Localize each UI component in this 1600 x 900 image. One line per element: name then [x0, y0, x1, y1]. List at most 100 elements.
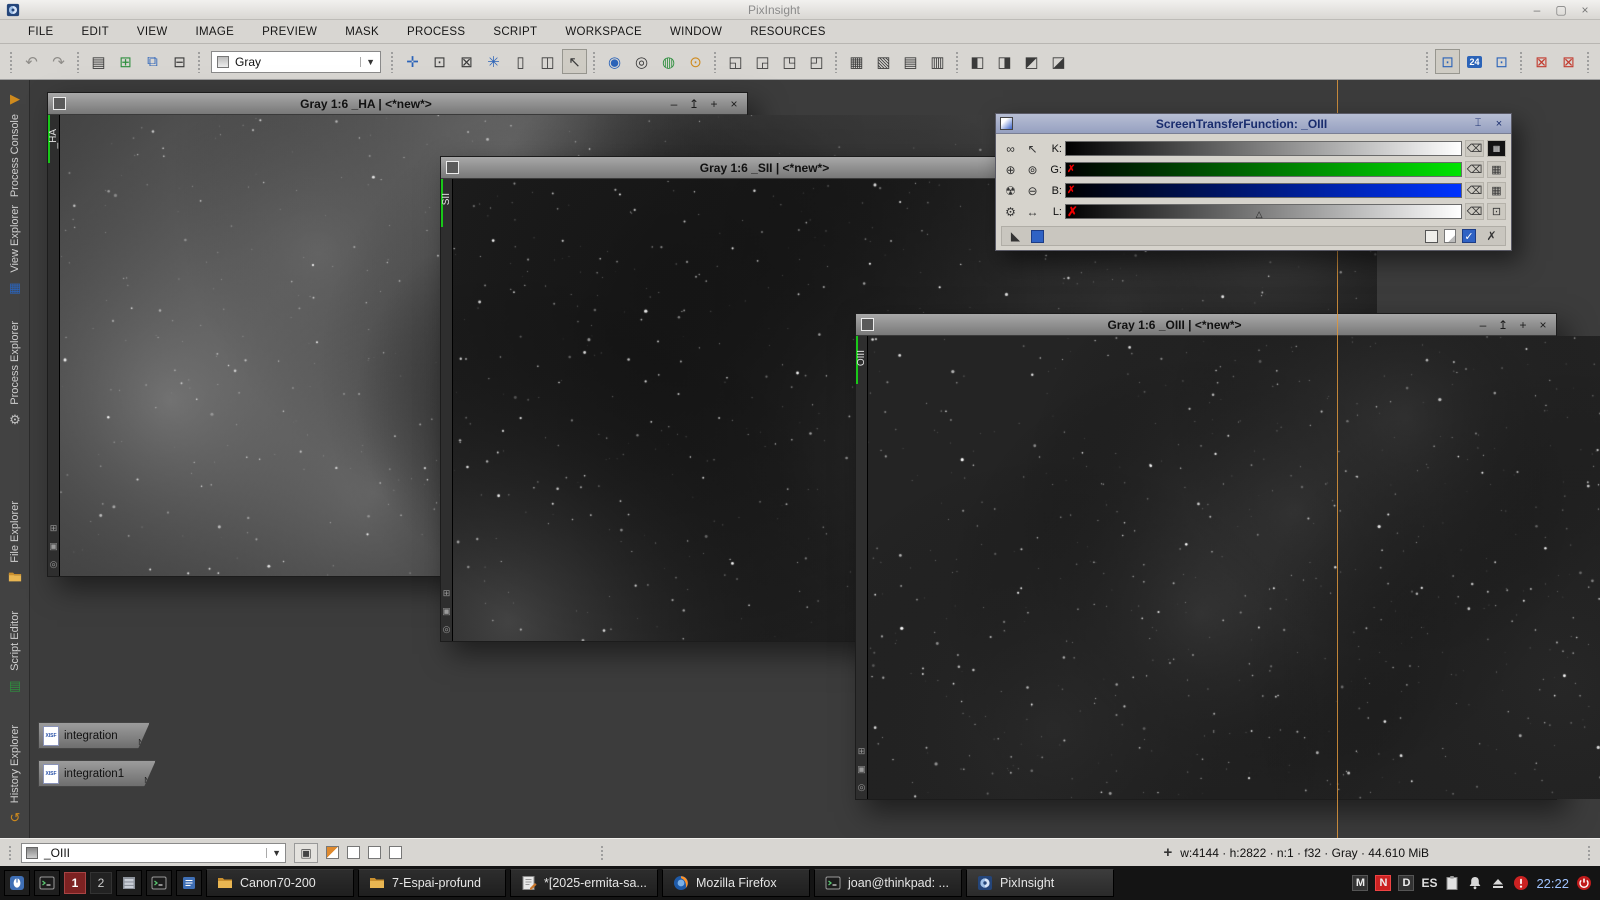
- flag-swatch-2[interactable]: [368, 846, 381, 859]
- toolbar-grip[interactable]: [197, 51, 202, 73]
- close-icon[interactable]: ×: [1491, 118, 1507, 130]
- active-view-dropdown[interactable]: _OIII ▼: [21, 843, 286, 863]
- readout-icon[interactable]: ▤: [86, 49, 111, 74]
- statusbar-grip[interactable]: [8, 845, 13, 861]
- toolbar-grip[interactable]: [955, 51, 960, 73]
- readout-mode-icon[interactable]: ◎: [857, 782, 866, 793]
- taskbar-app-espai-profund[interactable]: 7-Espai-profund: [358, 869, 506, 897]
- send-to-monitor-icon[interactable]: ⊡: [1489, 49, 1514, 74]
- power-icon[interactable]: [1576, 875, 1592, 891]
- preview-mode-icon[interactable]: ◍: [656, 49, 681, 74]
- sidebar-item-script-editor[interactable]: Script Editor ▤: [0, 608, 30, 697]
- zoom-out-icon[interactable]: ⊖: [1023, 182, 1042, 200]
- shadow-marker-icon[interactable]: ✗: [1067, 205, 1078, 219]
- duplicate-image-icon[interactable]: ⧉: [140, 49, 165, 74]
- indicator-n[interactable]: N: [1375, 875, 1391, 891]
- window-menu-icon[interactable]: [53, 97, 66, 110]
- notifications-bell-icon[interactable]: [1467, 875, 1483, 891]
- zoom-mode-icon[interactable]: ▣: [442, 606, 451, 617]
- clipboard-icon[interactable]: [1444, 875, 1460, 891]
- sidebar-item-process-explorer[interactable]: Process Explorer ⚙: [0, 318, 30, 431]
- image-window-titlebar[interactable]: Gray 1:6 _HA | <*new*> – ↥ + ×: [48, 93, 747, 115]
- taskbar-app-text-editor[interactable]: *[2025-ermita-sa...: [510, 869, 658, 897]
- image-window-oiii[interactable]: Gray 1:6 _OIII | <*new*> – ↥ + × OIII ⊞ …: [855, 313, 1557, 800]
- screen-transfer-function-dialog[interactable]: ScreenTransferFunction: _OIII ⌶ × ∞ ↖ K:…: [995, 113, 1512, 251]
- view-tab-label[interactable]: _HA: [48, 129, 59, 148]
- terminal-launcher-icon[interactable]: [34, 870, 60, 896]
- panel-top-icon[interactable]: ◩: [1019, 49, 1044, 74]
- sidebar-item-file-explorer[interactable]: File Explorer: [0, 498, 30, 587]
- grid-snap-icon[interactable]: ▧: [871, 49, 896, 74]
- reset-channel-icon[interactable]: ⌫: [1465, 140, 1484, 157]
- new-image-icon[interactable]: ⊞: [113, 49, 138, 74]
- diagonal-line-icon[interactable]: ◣: [1006, 227, 1025, 245]
- edit-preview-icon[interactable]: ◎: [629, 49, 654, 74]
- select-tool-icon[interactable]: ↖: [562, 49, 587, 74]
- fit-mode-icon[interactable]: ⊞: [442, 588, 451, 599]
- keyboard-layout-indicator[interactable]: ES: [1421, 876, 1437, 890]
- midtone-marker-icon[interactable]: △: [1256, 209, 1263, 220]
- menu-preview[interactable]: PREVIEW: [248, 26, 331, 38]
- alert-icon[interactable]: [1513, 875, 1529, 891]
- page-icon[interactable]: [1444, 229, 1456, 243]
- taskbar-app-pixinsight[interactable]: PixInsight: [966, 869, 1114, 897]
- panel-left-icon[interactable]: ◧: [965, 49, 990, 74]
- taskbar-app-canon70-200[interactable]: Canon70-200: [206, 869, 354, 897]
- workspace-2-button[interactable]: 2: [90, 872, 112, 894]
- stf-g-gradient-bar[interactable]: ✗: [1065, 162, 1462, 177]
- file-manager-launcher-icon[interactable]: [116, 870, 142, 896]
- app-titlebar[interactable]: PixInsight – ▢ ×: [0, 0, 1600, 20]
- iconize-icon[interactable]: ⊟: [167, 49, 192, 74]
- track-view-checkbox[interactable]: ✓: [1462, 229, 1476, 243]
- app-maximize-button[interactable]: ▢: [1552, 3, 1570, 17]
- minimize-icon[interactable]: –: [666, 97, 682, 111]
- toolbar-grip[interactable]: [390, 51, 395, 73]
- menu-process[interactable]: PROCESS: [393, 26, 479, 38]
- statusbar-grip[interactable]: [1587, 845, 1592, 861]
- wrench-icon[interactable]: ⚙: [1001, 203, 1020, 221]
- minimize-icon[interactable]: –: [1475, 318, 1491, 332]
- window-menu-icon[interactable]: [861, 318, 874, 331]
- toolbar-grip[interactable]: [1586, 51, 1591, 73]
- readout-swatch[interactable]: [326, 846, 339, 859]
- pin-icon[interactable]: ⌶: [1470, 117, 1486, 130]
- iconized-window-integration[interactable]: XISF integration N: [38, 722, 150, 749]
- rows-view-icon[interactable]: ▤: [898, 49, 923, 74]
- split-view-icon[interactable]: ◫: [535, 49, 560, 74]
- menu-workspace[interactable]: WORKSPACE: [551, 26, 656, 38]
- radiation-boost-icon[interactable]: ☢: [1001, 182, 1020, 200]
- stf-titlebar[interactable]: ScreenTransferFunction: _OIII ⌶ ×: [996, 114, 1511, 134]
- indicator-d[interactable]: D: [1398, 875, 1414, 891]
- view-properties-button[interactable]: ▣: [294, 843, 318, 863]
- reset-channel-icon[interactable]: ⌫: [1465, 203, 1484, 220]
- dark-terminal-launcher-icon[interactable]: [146, 870, 172, 896]
- optimal-zoom-icon[interactable]: ✳: [481, 49, 506, 74]
- notes-launcher-icon[interactable]: [176, 870, 202, 896]
- view-tab-label[interactable]: SII: [441, 193, 452, 205]
- toolbar-grip[interactable]: [76, 51, 81, 73]
- stf-k-gradient-bar[interactable]: [1065, 141, 1462, 156]
- pan-tool-icon[interactable]: ✛: [400, 49, 425, 74]
- menu-window[interactable]: WINDOW: [656, 26, 736, 38]
- fit-mode-icon[interactable]: ⊞: [857, 746, 866, 757]
- zoom-mode-icon[interactable]: ▣: [49, 541, 58, 552]
- disable-stf-icon[interactable]: ⊠: [1556, 49, 1581, 74]
- grid-icon[interactable]: ▦: [1487, 182, 1506, 199]
- undo-icon[interactable]: ↶: [19, 49, 44, 74]
- monitor-icon[interactable]: ⊡: [1487, 203, 1506, 220]
- crop-tool-icon[interactable]: ▯: [508, 49, 533, 74]
- workspace-1-button[interactable]: 1: [64, 872, 86, 894]
- columns-view-icon[interactable]: ▥: [925, 49, 950, 74]
- readout-mode-icon[interactable]: ◎: [442, 624, 451, 635]
- zoom-1-1-icon[interactable]: ⊠: [454, 49, 479, 74]
- grid-view-icon[interactable]: ▦: [844, 49, 869, 74]
- mask-mode-icon[interactable]: ⊙: [683, 49, 708, 74]
- new-preview-icon[interactable]: ◉: [602, 49, 627, 74]
- image-window-titlebar[interactable]: Gray 1:6 _OIII | <*new*> – ↥ + ×: [856, 314, 1556, 336]
- next-window-icon[interactable]: ◲: [750, 49, 775, 74]
- grid-icon[interactable]: ▦: [1487, 161, 1506, 178]
- toolbar-grip[interactable]: [1519, 51, 1524, 73]
- app-minimize-button[interactable]: –: [1528, 3, 1546, 17]
- sidebar-item-view-explorer[interactable]: View Explorer ▦: [0, 202, 30, 299]
- taskbar-app-firefox[interactable]: Mozilla Firefox: [662, 869, 810, 897]
